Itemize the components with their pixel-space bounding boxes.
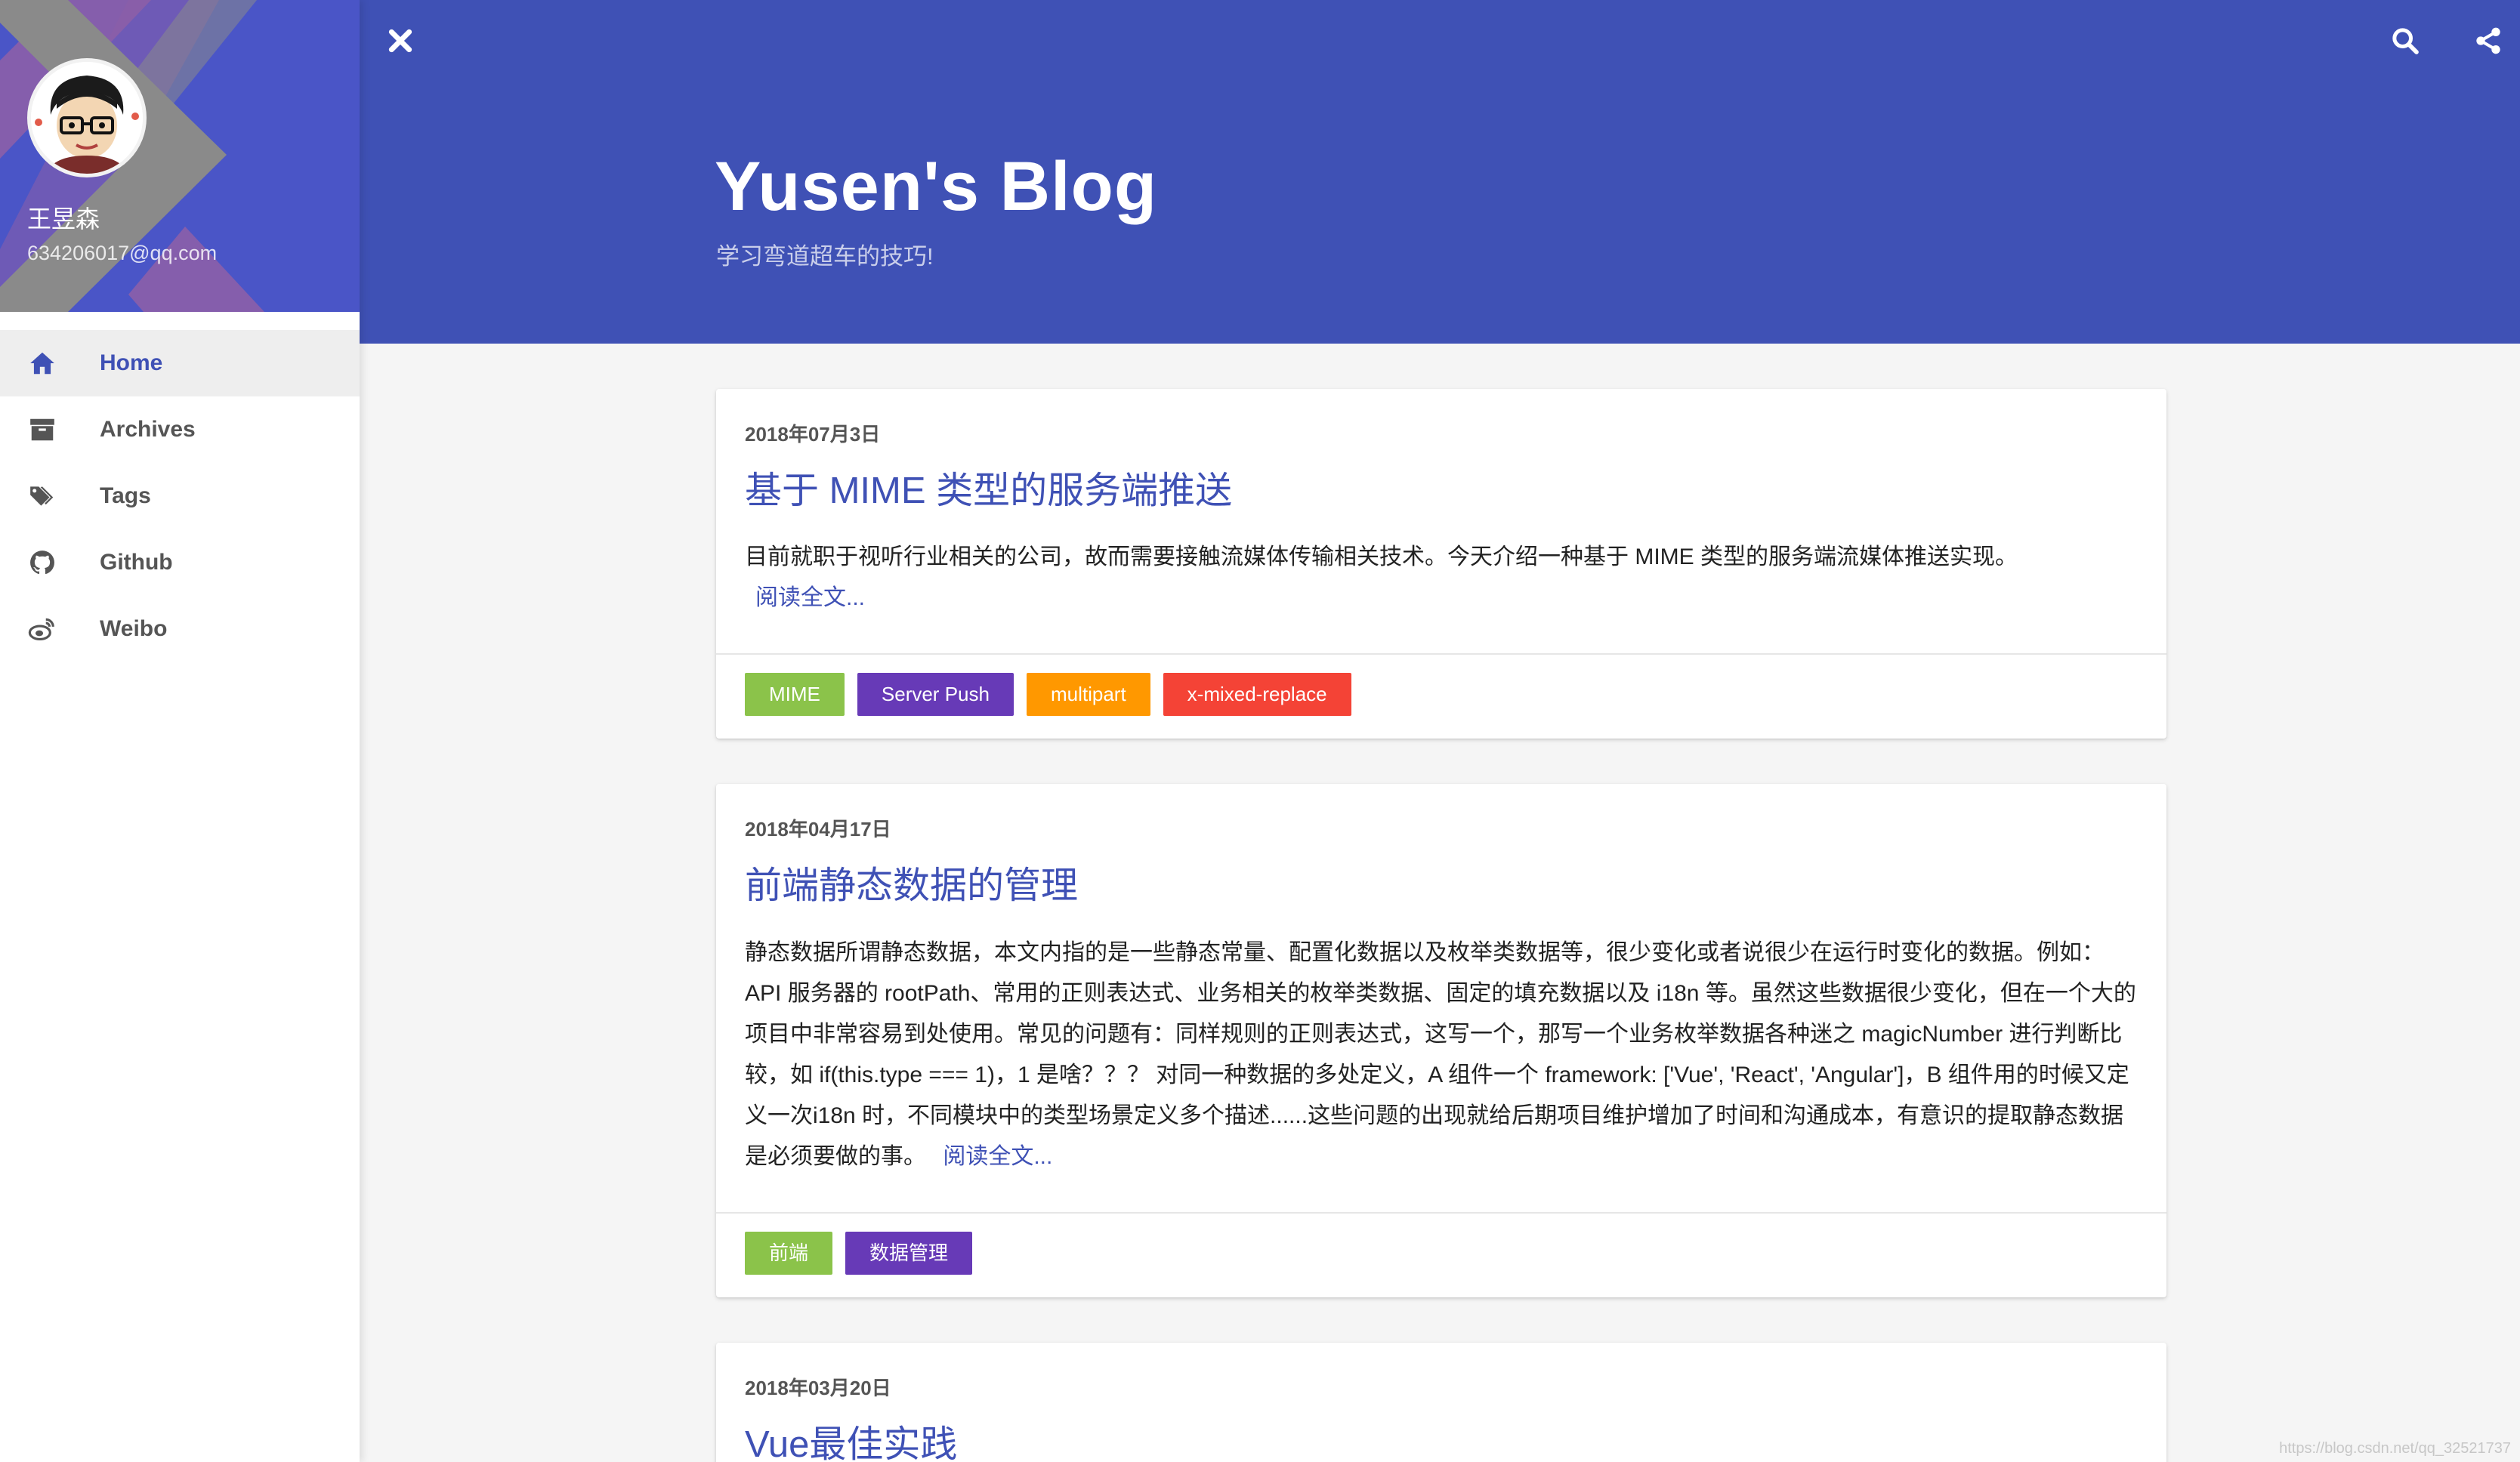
sidebar: 王昱森 634206017@qq.com Home Archives Tags … xyxy=(0,0,360,1462)
tag-x-mixed-replace[interactable]: x-mixed-replace xyxy=(1163,673,1351,717)
post-card: 2018年03月20日 Vue最佳实践 xyxy=(716,1342,2166,1462)
post-title-link[interactable]: Vue最佳实践 xyxy=(745,1422,2138,1462)
post-title-link[interactable]: 基于 MIME 类型的服务端推送 xyxy=(745,468,2138,514)
avatar-image xyxy=(31,62,143,174)
sidebar-item-weibo[interactable]: Weibo xyxy=(0,596,360,662)
archive-icon xyxy=(27,415,57,445)
post-card: 2018年07月3日 基于 MIME 类型的服务端推送 目前就职于视听行业相关的… xyxy=(716,389,2166,739)
tag-data-management[interactable]: 数据管理 xyxy=(845,1231,973,1275)
sidebar-item-home[interactable]: Home xyxy=(0,330,360,396)
sidebar-nav: Home Archives Tags Github Weibo xyxy=(0,312,360,662)
post-excerpt-text: 目前就职于视听行业相关的公司，故而需要接触流媒体传输相关技术。今天介绍一种基于 … xyxy=(745,544,2018,570)
sidebar-item-label: Weibo xyxy=(100,616,168,641)
post-card: 2018年04月17日 前端静态数据的管理 静态数据所谓静态数据，本文内指的是一… xyxy=(716,784,2166,1297)
app-root: 王昱森 634206017@qq.com Home Archives Tags … xyxy=(0,0,2520,1462)
post-excerpt-text: 静态数据所谓静态数据，本文内指的是一些静态常量、配置化数据以及枚举类数据等，很少… xyxy=(745,939,2136,1169)
tag-frontend[interactable]: 前端 xyxy=(745,1231,833,1275)
sidebar-item-github[interactable]: Github xyxy=(0,529,360,596)
github-icon xyxy=(27,547,57,578)
read-more-link[interactable]: 阅读全文... xyxy=(755,578,2138,618)
sidebar-item-label: Archives xyxy=(100,417,196,442)
share-icon[interactable] xyxy=(2470,23,2506,59)
blog-subtitle: 学习弯道超车的技巧! xyxy=(716,243,934,270)
sidebar-item-archives[interactable]: Archives xyxy=(0,396,360,463)
post-title-link[interactable]: 前端静态数据的管理 xyxy=(745,863,2138,909)
close-icon[interactable] xyxy=(382,23,418,59)
post-date: 2018年03月20日 xyxy=(745,1376,891,1399)
search-icon[interactable] xyxy=(2387,23,2423,59)
sidebar-item-label: Tags xyxy=(100,483,151,508)
post-date: 2018年07月3日 xyxy=(745,423,881,446)
post-tags: 前端 数据管理 xyxy=(716,1211,2166,1297)
read-more-link[interactable]: 阅读全文... xyxy=(943,1144,1052,1169)
tag-server-push[interactable]: Server Push xyxy=(857,673,1014,717)
weibo-icon xyxy=(27,614,57,644)
sidebar-item-label: Home xyxy=(100,350,163,375)
tags-icon xyxy=(27,481,57,511)
watermark: https://blog.csdn.net/qq_32521737 xyxy=(2279,1440,2511,1457)
post-list: 2018年07月3日 基于 MIME 类型的服务端推送 目前就职于视听行业相关的… xyxy=(716,389,2166,1462)
blog-header: Yusen's Blog 学习弯道超车的技巧! xyxy=(360,0,2520,344)
sidebar-item-tags[interactable]: Tags xyxy=(0,463,360,529)
post-excerpt: 目前就职于视听行业相关的公司，故而需要接触流媒体传输相关技术。今天介绍一种基于 … xyxy=(745,537,2138,618)
profile-name: 王昱森 xyxy=(27,205,100,233)
home-icon xyxy=(27,348,57,378)
tag-multipart[interactable]: multipart xyxy=(1026,673,1150,717)
post-excerpt: 静态数据所谓静态数据，本文内指的是一些静态常量、配置化数据以及枚举类数据等，很少… xyxy=(745,933,2138,1177)
post-date: 2018年04月17日 xyxy=(745,818,891,841)
tag-mime[interactable]: MIME xyxy=(745,673,845,717)
profile-email: 634206017@qq.com xyxy=(27,242,218,264)
avatar[interactable] xyxy=(27,58,147,177)
sidebar-item-label: Github xyxy=(100,550,173,575)
profile-header: 王昱森 634206017@qq.com xyxy=(0,0,360,312)
blog-title: Yusen's Blog xyxy=(715,148,1158,225)
post-tags: MIME Server Push multipart x-mixed-repla… xyxy=(716,653,2166,739)
